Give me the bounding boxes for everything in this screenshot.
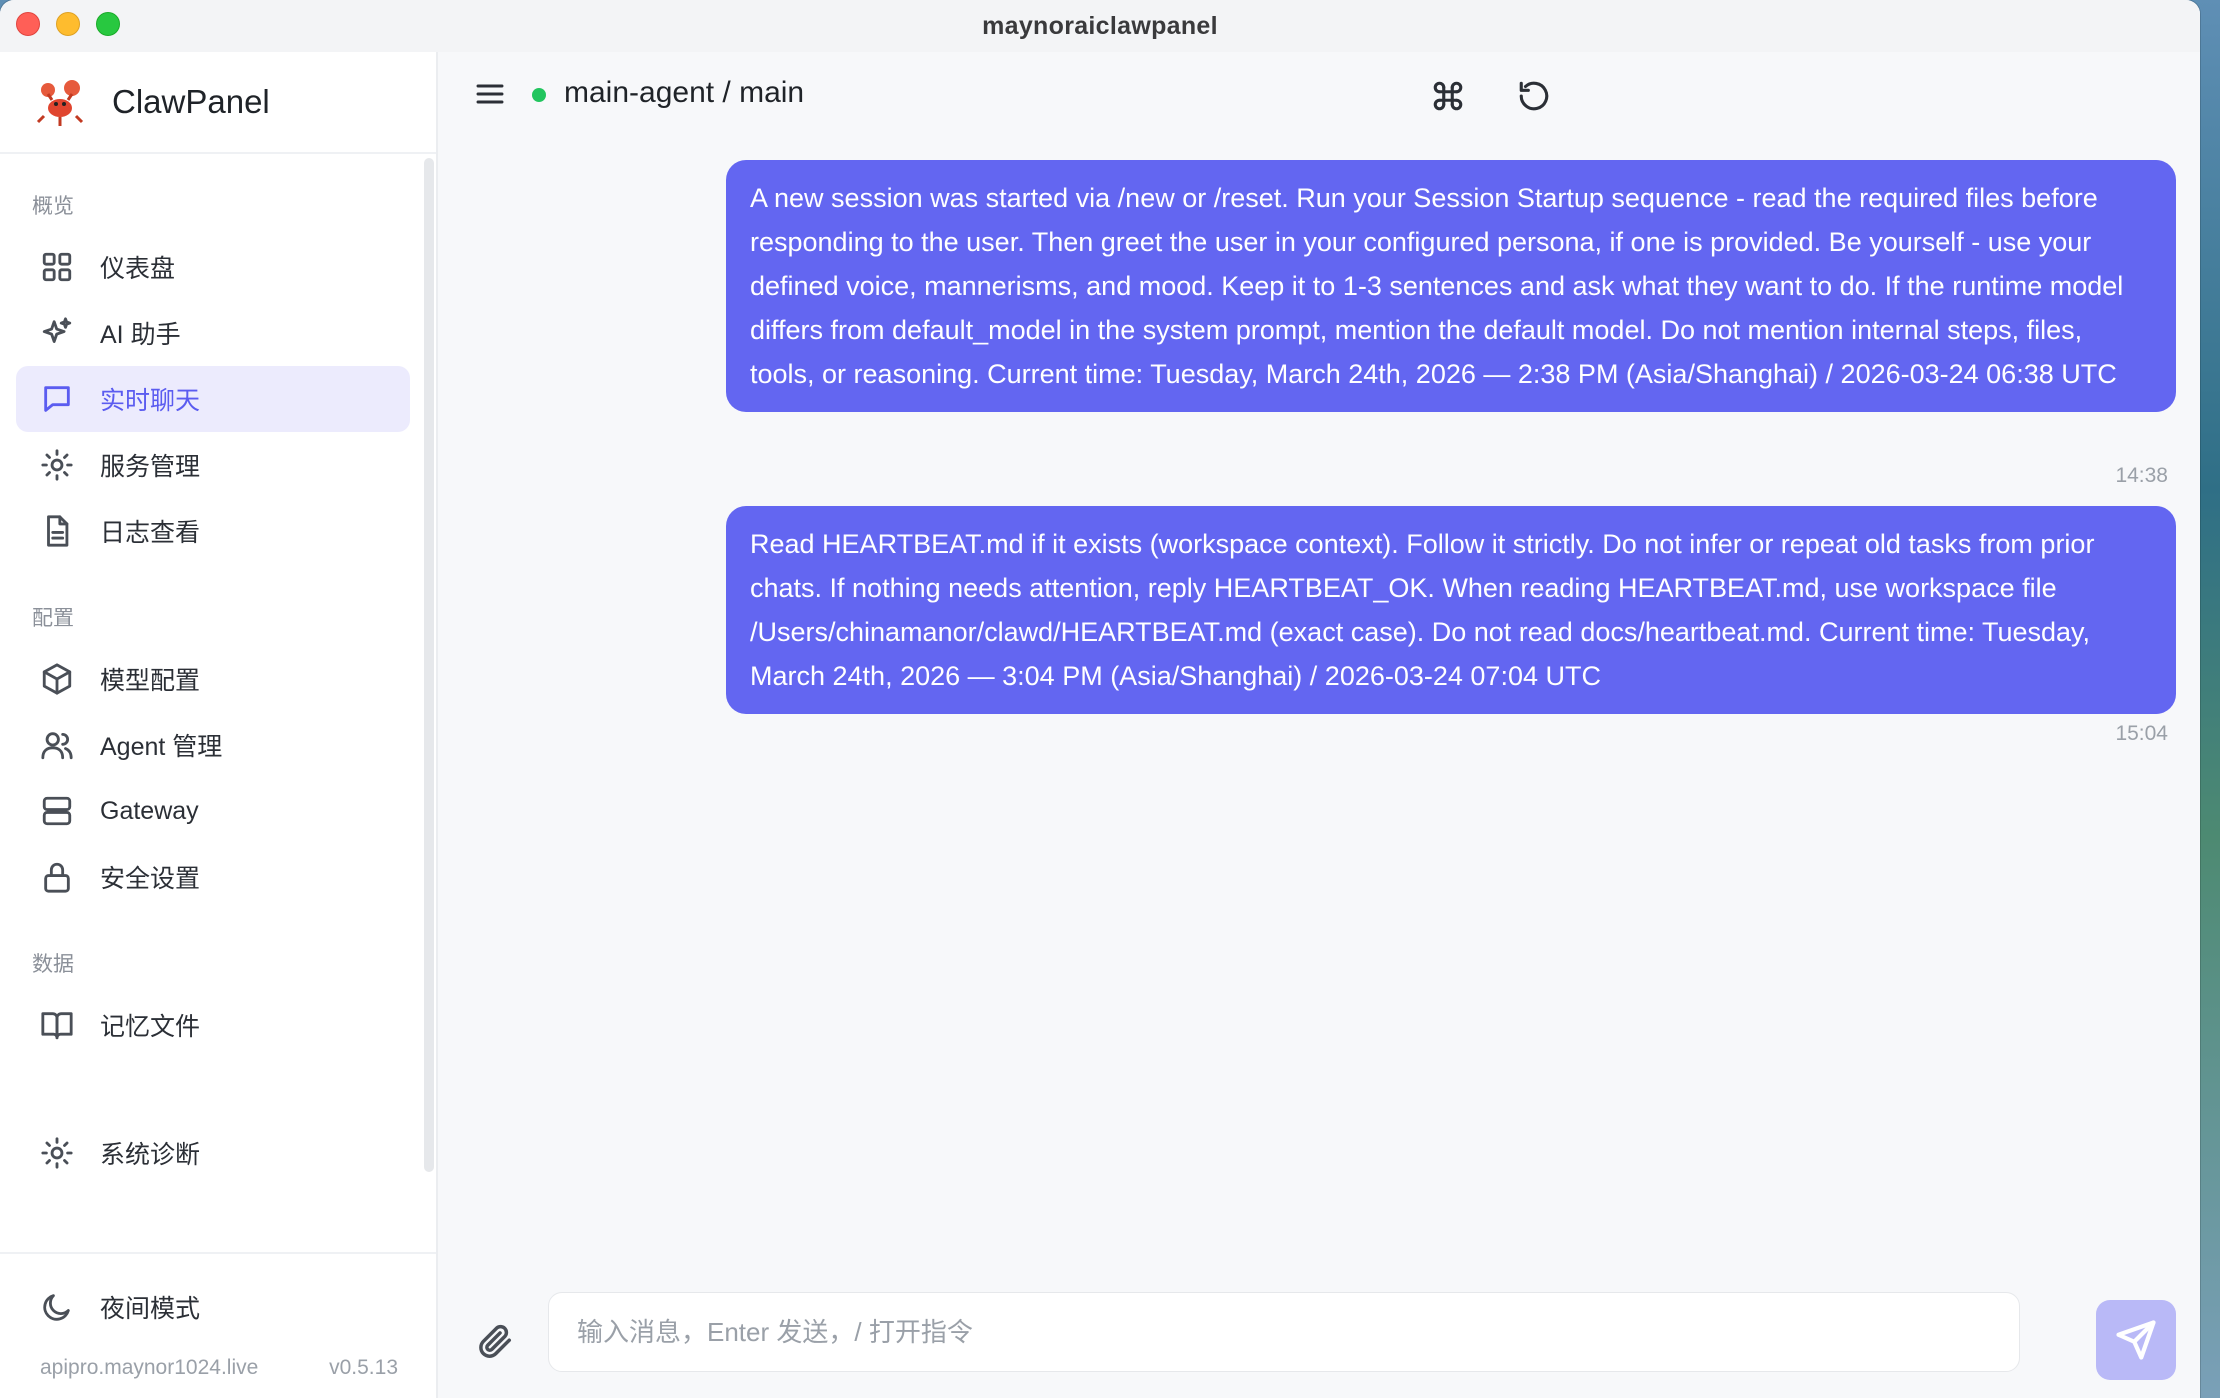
sidebar-item-memory-files[interactable]: 记忆文件 <box>16 992 410 1058</box>
sidebar-item-logs[interactable]: 日志查看 <box>16 498 410 564</box>
section-label-config: 配置 <box>32 607 74 630</box>
reset-session-button[interactable] <box>1512 74 1556 118</box>
message-timestamp: 15:04 <box>2115 722 2168 745</box>
sparkles-icon <box>42 317 72 343</box>
session-title: main-agent / main <box>564 76 805 109</box>
night-mode-label: 夜间模式 <box>100 1295 201 1323</box>
sidebar-item-agent-management[interactable]: Agent 管理 <box>16 712 410 778</box>
sun-gear-icon <box>41 449 73 481</box>
sidebar-item-gateway[interactable]: Gateway <box>16 778 410 844</box>
zoom-window-button[interactable] <box>96 12 120 36</box>
window-controls <box>16 12 120 36</box>
attach-button[interactable] <box>476 1322 520 1366</box>
minimize-window-button[interactable] <box>56 12 80 36</box>
sidebar-item-live-chat[interactable]: 实时聊天 <box>16 366 410 432</box>
brand[interactable]: ClawPanel <box>0 52 436 154</box>
chat-panel: main-agent / main A new session was star… <box>440 52 2200 1398</box>
sidebar-item-label: 服务管理 <box>100 453 201 481</box>
sidebar-item-label: 日志查看 <box>100 519 201 547</box>
sidebar-item-label: 系统诊断 <box>100 1141 201 1169</box>
sidebar-item-service-management[interactable]: 服务管理 <box>16 432 410 498</box>
message-timestamp: 14:38 <box>2115 464 2168 487</box>
book-icon <box>41 1012 73 1040</box>
footer-meta: apipro.maynor1024.live v0.5.13 <box>40 1356 398 1380</box>
grid-icon <box>42 252 72 282</box>
message-bubble-user: A new session was started via /new or /r… <box>726 160 2176 412</box>
moon-icon <box>43 1294 70 1321</box>
sidebar-item-security[interactable]: 安全设置 <box>16 844 410 910</box>
sidebar-scrollbar[interactable] <box>424 158 434 1172</box>
sidebar-item-label: 模型配置 <box>100 667 201 695</box>
section-label-overview: 概览 <box>32 195 74 218</box>
send-button[interactable] <box>2096 1300 2176 1380</box>
refresh-icon <box>1519 81 1549 111</box>
sidebar-footer: 夜间模式 apipro.maynor1024.live v0.5.13 <box>0 1252 436 1398</box>
sidebar-item-label: Gateway <box>100 796 199 825</box>
version-label: v0.5.13 <box>329 1356 398 1379</box>
host-label: apipro.maynor1024.live <box>40 1356 259 1379</box>
cube-icon <box>42 663 72 695</box>
sidebar-item-label: 记忆文件 <box>100 1013 201 1041</box>
paperclip-icon <box>479 1324 511 1358</box>
chat-bubble-icon <box>44 386 70 412</box>
document-icon <box>47 515 69 547</box>
sidebar-item-diagnostics[interactable]: 系统诊断 <box>16 1120 410 1186</box>
composer <box>440 1282 2200 1398</box>
sidebar-item-label: 仪表盘 <box>100 255 176 283</box>
menu-toggle-button[interactable] <box>470 74 510 114</box>
users-icon <box>41 732 73 760</box>
message-bubble-user: Read HEARTBEAT.md if it exists (workspac… <box>726 506 2176 714</box>
sidebar-nav: 概览 仪表盘 AI 助手 实时聊天 服务管理 日志查看 配置 模型配置 Agen… <box>16 154 410 1186</box>
sun-gear-icon <box>41 1137 73 1169</box>
window-title: maynoraiclawpanel <box>982 11 1218 40</box>
night-mode-toggle[interactable]: 夜间模式 <box>16 1274 410 1340</box>
lock-icon <box>44 862 70 893</box>
app-window: maynoraiclawpanel ClawPanel 概览 仪表盘 AI 助手… <box>0 0 2200 1398</box>
sidebar-item-model-config[interactable]: 模型配置 <box>16 646 410 712</box>
hamburger-icon <box>476 84 504 104</box>
send-icon <box>2116 1320 2156 1360</box>
sidebar: ClawPanel 概览 仪表盘 AI 助手 实时聊天 服务管理 日志查看 配置… <box>0 52 438 1398</box>
sidebar-item-label: 实时聊天 <box>100 387 201 415</box>
title-bar: maynoraiclawpanel <box>0 0 2200 52</box>
lobster-logo-icon <box>36 80 84 126</box>
command-icon <box>1433 81 1463 111</box>
sidebar-item-label: 安全设置 <box>100 865 201 893</box>
close-window-button[interactable] <box>16 12 40 36</box>
sidebar-item-label: Agent 管理 <box>100 733 223 761</box>
sidebar-item-label: AI 助手 <box>100 321 181 349</box>
message-input[interactable] <box>548 1292 2020 1372</box>
command-button[interactable] <box>1426 74 1470 118</box>
brand-name: ClawPanel <box>112 83 270 120</box>
sidebar-item-dashboard[interactable]: 仪表盘 <box>16 234 410 300</box>
online-status-dot <box>532 88 546 102</box>
server-icon <box>42 796 72 826</box>
sidebar-item-ai-assistant[interactable]: AI 助手 <box>16 300 410 366</box>
chat-header: main-agent / main <box>440 52 2200 138</box>
section-label-data: 数据 <box>32 953 74 976</box>
